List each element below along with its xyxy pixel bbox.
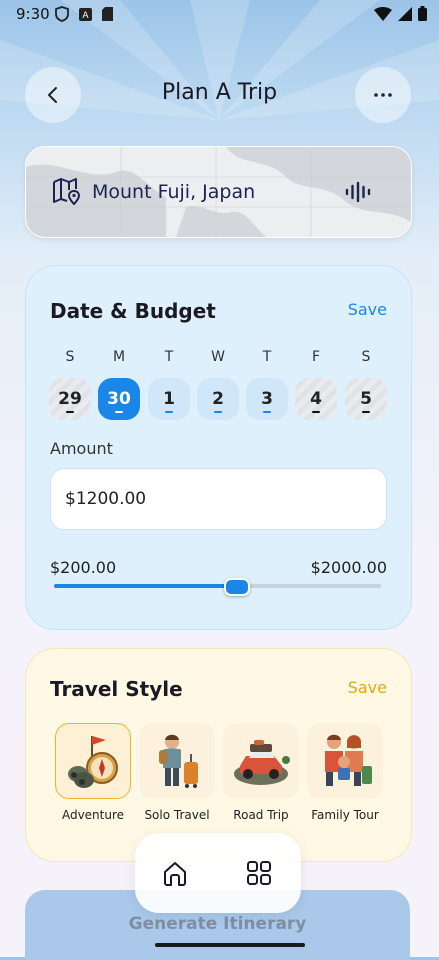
- road-trip-car-icon: [234, 740, 290, 785]
- style-option-label: Family Tour: [311, 808, 379, 822]
- road-trip-tile[interactable]: [223, 723, 299, 799]
- date-number: 1: [163, 389, 175, 409]
- style-option-adventure[interactable]: Adventure: [55, 723, 131, 822]
- bottom-nav-bar: [135, 833, 301, 913]
- home-icon: [164, 862, 186, 886]
- weekday-label: F: [311, 349, 321, 365]
- style-option-label: Solo Travel: [144, 808, 210, 822]
- weekday-label: W: [211, 349, 225, 365]
- travel-style-title: Travel Style: [50, 677, 183, 701]
- compass-binoculars-icon: [68, 736, 118, 788]
- solo-travel-tile[interactable]: [139, 723, 215, 799]
- destination-label: Mount Fuji, Japan: [92, 181, 256, 203]
- voice-waveform-icon[interactable]: [344, 181, 372, 203]
- family-icon: [325, 734, 372, 786]
- app-a-icon: A: [79, 7, 92, 21]
- date-chip-30-selected[interactable]: 30: [98, 378, 140, 420]
- nav-grid-button[interactable]: [243, 857, 275, 889]
- status-bar: 9:30 A: [0, 0, 439, 30]
- destination-card[interactable]: Mount Fuji, Japan: [25, 146, 412, 238]
- date-chip-5[interactable]: 5: [345, 378, 387, 420]
- date-number: 2: [212, 389, 224, 409]
- style-option-family-tour[interactable]: Family Tour: [307, 723, 383, 822]
- budget-min-label: $200.00: [50, 558, 117, 577]
- budget-slider-fill: [54, 584, 238, 588]
- map-pin-icon: [53, 178, 81, 205]
- signal-icon: [398, 6, 412, 21]
- date-number: 5: [360, 389, 372, 409]
- weekday-label: S: [361, 349, 371, 365]
- style-option-label: Road Trip: [233, 808, 289, 822]
- date-number: 3: [261, 389, 273, 409]
- weekday-label: S: [65, 349, 75, 365]
- budget-max-label: $2000.00: [310, 558, 387, 577]
- budget-slider-thumb[interactable]: [224, 578, 251, 596]
- style-option-road-trip[interactable]: Road Trip: [223, 723, 299, 822]
- amount-input[interactable]: $1200.00: [50, 468, 387, 530]
- date-chip-2[interactable]: 2: [197, 378, 239, 420]
- weekday-label: M: [112, 349, 126, 365]
- more-horizontal-icon: [374, 93, 392, 97]
- date-budget-card: Date & Budget Save S M T W T F S 29 30 1…: [25, 265, 412, 630]
- date-chip-29[interactable]: 29: [49, 378, 91, 420]
- family-tour-tile[interactable]: [307, 723, 383, 799]
- more-options-button[interactable]: [355, 67, 411, 123]
- shield-icon: [55, 6, 69, 22]
- amount-label: Amount: [50, 439, 113, 458]
- weekday-label: T: [262, 349, 272, 365]
- date-chip-3[interactable]: 3: [246, 378, 288, 420]
- budget-slider-track[interactable]: [54, 578, 381, 596]
- date-chip-1[interactable]: 1: [148, 378, 190, 420]
- date-budget-save-button[interactable]: Save: [348, 300, 387, 319]
- nav-home-button[interactable]: [159, 857, 191, 889]
- svg-text:A: A: [82, 11, 89, 21]
- generate-itinerary-label: Generate Itinerary: [128, 914, 307, 934]
- wifi-icon: [374, 6, 392, 21]
- gesture-home-indicator: [155, 943, 305, 947]
- style-option-solo-travel[interactable]: Solo Travel: [139, 723, 215, 822]
- status-time: 9:30: [16, 5, 50, 23]
- battery-icon: [418, 6, 427, 21]
- amount-value: $1200.00: [65, 489, 147, 509]
- solo-traveler-icon: [159, 734, 198, 788]
- weekday-label: T: [164, 349, 174, 365]
- grid-icon: [247, 861, 271, 885]
- date-budget-title: Date & Budget: [50, 299, 216, 323]
- style-option-label: Adventure: [61, 808, 125, 822]
- date-number: 30: [107, 389, 131, 409]
- adventure-tile[interactable]: [55, 723, 131, 799]
- travel-style-card: Travel Style Save Adventure Solo Travel …: [25, 648, 412, 862]
- date-number: 29: [58, 389, 82, 409]
- sd-card-icon: [102, 7, 113, 21]
- date-number: 4: [310, 389, 322, 409]
- travel-style-save-button[interactable]: Save: [348, 678, 387, 697]
- date-chip-4[interactable]: 4: [295, 378, 337, 420]
